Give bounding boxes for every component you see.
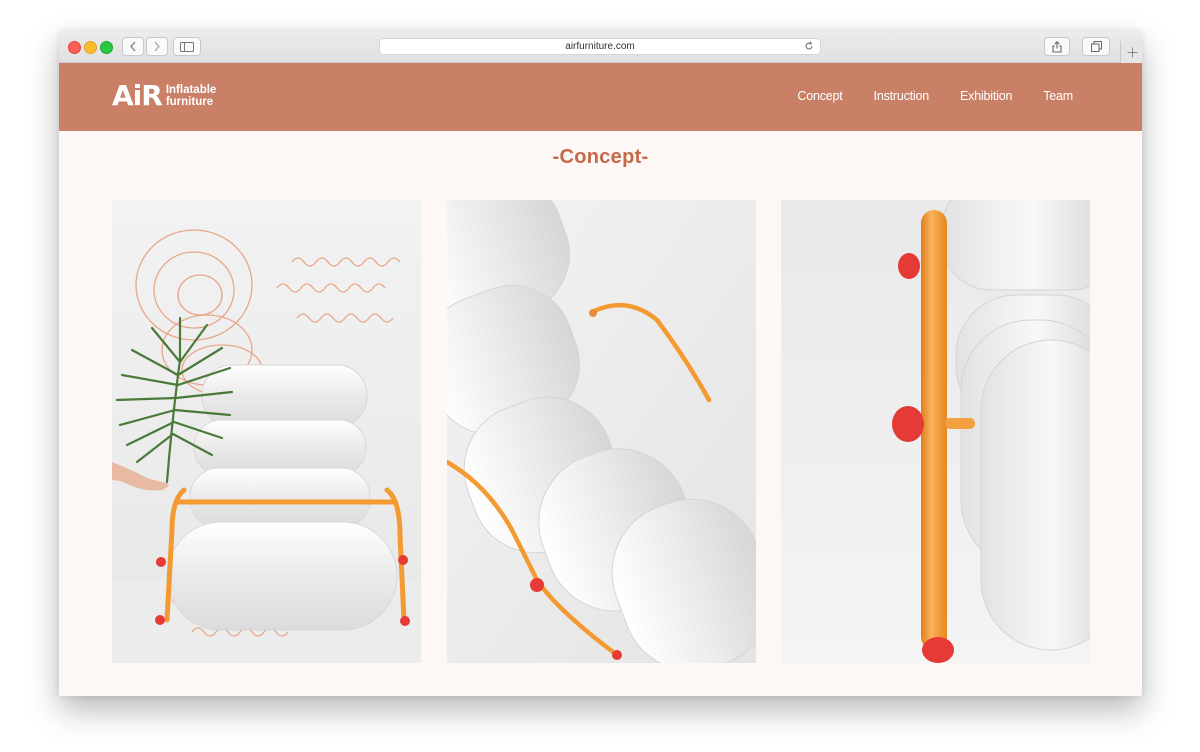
new-tab-button[interactable] bbox=[1120, 41, 1142, 63]
logo-mark: AiR bbox=[112, 79, 163, 112]
close-window-button[interactable] bbox=[68, 41, 81, 54]
nav-link-instruction[interactable]: Instruction bbox=[874, 89, 930, 103]
concept-photo-frame bbox=[781, 200, 1090, 663]
address-bar[interactable]: airfurniture.com bbox=[379, 38, 821, 55]
browser-toolbar: airfurniture.com bbox=[59, 31, 1142, 63]
concept-photo-cushions bbox=[447, 200, 756, 663]
logo-tagline: Inflatable furniture bbox=[166, 84, 216, 108]
nav-link-exhibition[interactable]: Exhibition bbox=[960, 89, 1012, 103]
chevron-right-icon bbox=[154, 41, 160, 52]
logo-line-1: Inflatable bbox=[165, 84, 217, 96]
concept-photo-chair bbox=[112, 200, 421, 663]
nav-link-concept[interactable]: Concept bbox=[797, 89, 842, 103]
sidebar-toggle-button[interactable] bbox=[173, 37, 201, 56]
logo-line-2: furniture bbox=[165, 96, 214, 108]
main-nav: Concept Instruction Exhibition Team bbox=[766, 89, 1073, 103]
nav-link-team[interactable]: Team bbox=[1043, 89, 1073, 103]
chevron-left-icon bbox=[130, 41, 136, 52]
share-button[interactable] bbox=[1044, 37, 1070, 56]
url-text: airfurniture.com bbox=[565, 41, 635, 52]
forward-button[interactable] bbox=[146, 37, 168, 56]
browser-window: airfurniture.com AiR Inflatable furnitur… bbox=[59, 31, 1142, 696]
share-icon bbox=[1052, 40, 1062, 53]
plus-icon bbox=[1127, 47, 1137, 57]
minimize-window-button[interactable] bbox=[84, 41, 97, 54]
back-button[interactable] bbox=[122, 37, 144, 56]
reload-icon[interactable] bbox=[804, 41, 814, 56]
tabs-overview-button[interactable] bbox=[1082, 37, 1110, 56]
zoom-window-button[interactable] bbox=[100, 41, 113, 54]
sidebar-icon bbox=[180, 41, 194, 52]
site-header: AiR Inflatable furniture Concept Instruc… bbox=[59, 63, 1142, 131]
site-logo[interactable]: AiR Inflatable furniture bbox=[112, 81, 216, 111]
section-title: -Concept- bbox=[552, 146, 649, 168]
tabs-icon bbox=[1090, 41, 1102, 52]
